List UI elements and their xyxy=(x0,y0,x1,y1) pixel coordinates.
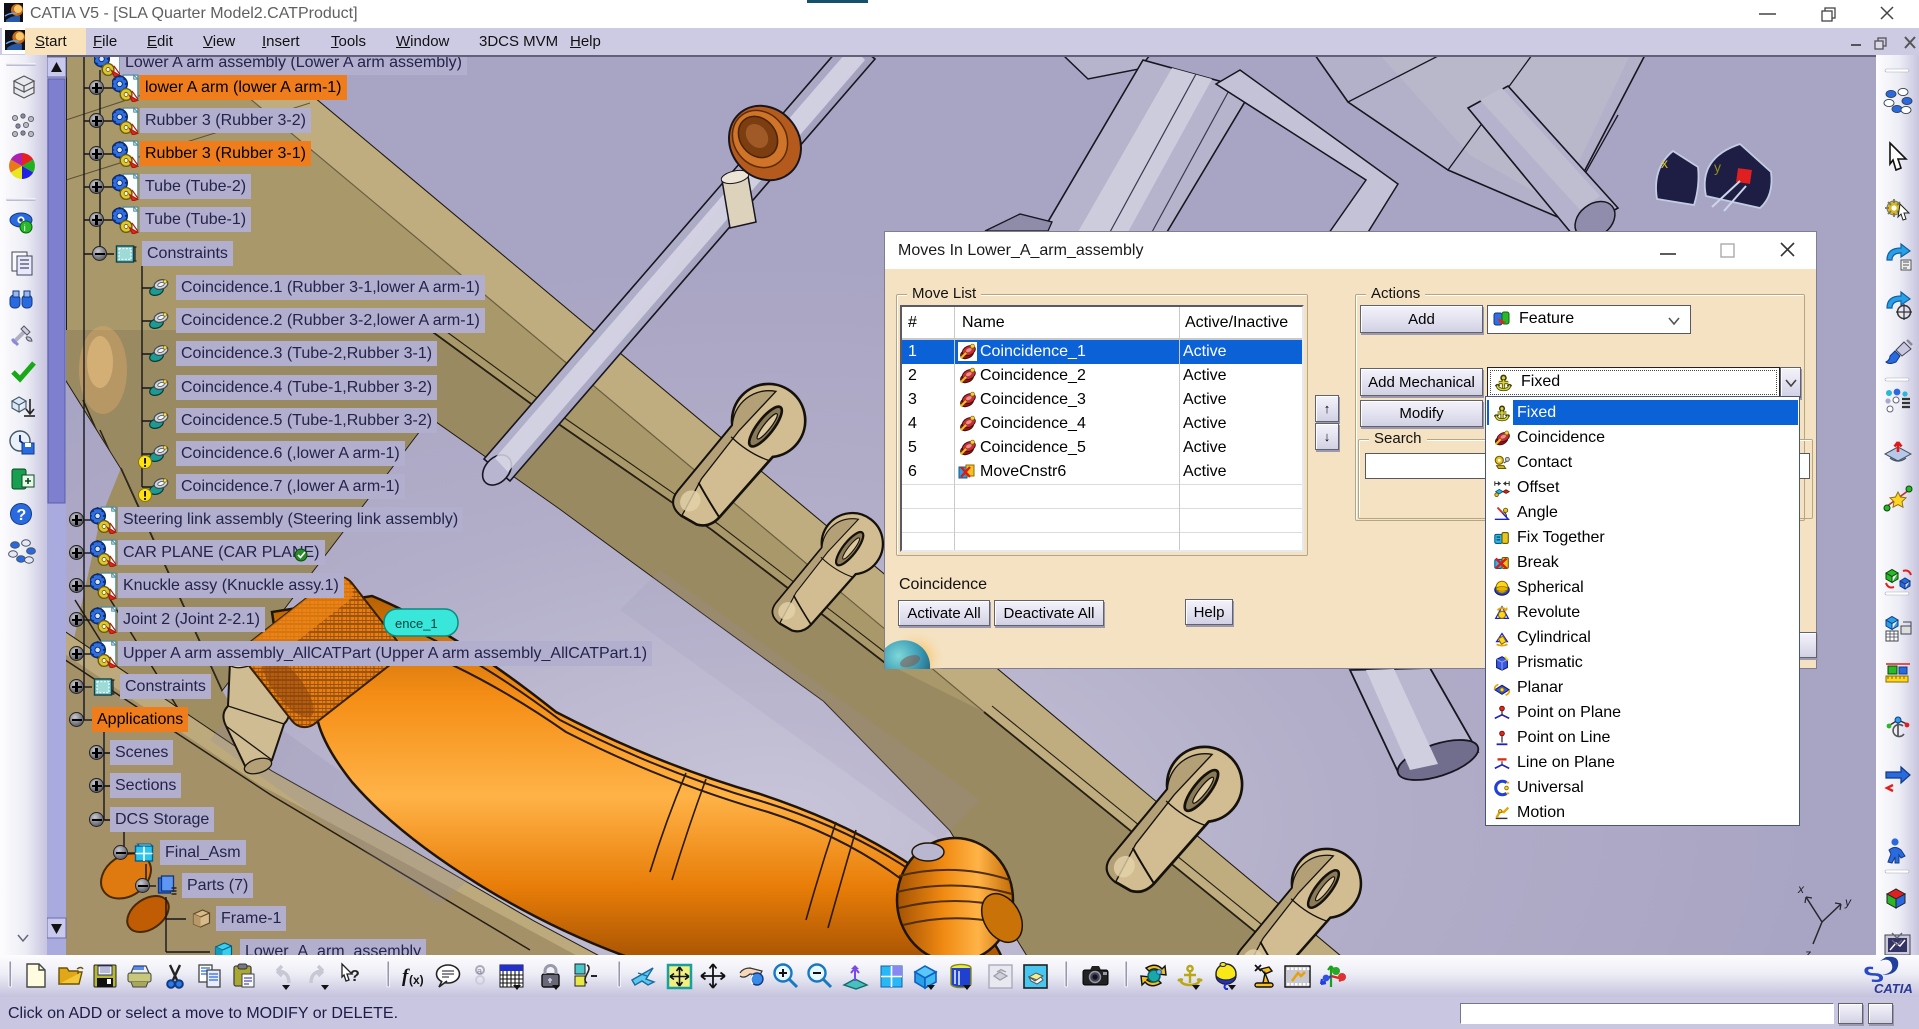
svg-text:?: ? xyxy=(17,507,27,524)
svg-text:i: i xyxy=(24,223,26,233)
svg-text:(x): (x) xyxy=(409,973,424,987)
svg-text:a: a xyxy=(477,966,482,976)
svg-text:?: ? xyxy=(350,968,360,985)
svg-text:CATIA: CATIA xyxy=(1874,981,1913,996)
